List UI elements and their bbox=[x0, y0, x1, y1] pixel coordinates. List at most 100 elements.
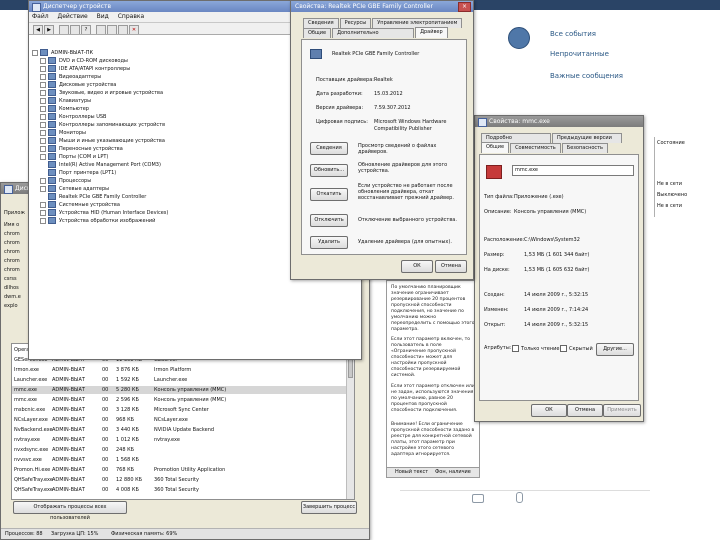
readonly-checkbox[interactable]: Только чтение bbox=[512, 345, 559, 353]
expander-icon[interactable] bbox=[40, 217, 46, 224]
tree-category[interactable]: Клавиатуры bbox=[40, 97, 91, 105]
tree-device[interactable]: Realtek PCIe GBE Family Controller bbox=[48, 193, 146, 201]
process-row[interactable]: Promon.Hi.exe ADMIN-ВЫАТ 00 768 КБ Promotion… bbox=[12, 466, 354, 474]
expander-icon[interactable] bbox=[40, 145, 46, 152]
process-row[interactable]: mmc.exe ADMIN-ВЫАТ 00 5 280 КБ Консоль управ… bbox=[12, 386, 354, 394]
tab-previous-versions[interactable]: Предыдущие версии bbox=[552, 133, 622, 143]
expander-icon[interactable] bbox=[40, 57, 46, 64]
expander-icon[interactable] bbox=[40, 113, 46, 120]
expander-icon[interactable] bbox=[40, 153, 46, 160]
menu-view[interactable]: Вид bbox=[97, 13, 109, 20]
ok-button[interactable]: ОК bbox=[401, 260, 433, 273]
tab-driver[interactable]: Драйвер bbox=[415, 27, 448, 38]
expander-icon[interactable] bbox=[40, 185, 46, 192]
tab-advanced[interactable]: Дополнительно bbox=[332, 28, 415, 38]
expander-icon[interactable] bbox=[32, 49, 38, 56]
expander-icon[interactable] bbox=[40, 121, 46, 128]
help-tab[interactable]: Новый текст bbox=[395, 468, 428, 477]
process-row[interactable]: Launcher.exe ADMIN-ВЫАТ 00 1 592 КБ Launcher… bbox=[12, 376, 354, 384]
process-scrollbar[interactable] bbox=[346, 344, 354, 499]
process-row[interactable]: Irmon.exe ADMIN-ВЫАТ 00 3 876 КБ Irmon Platf… bbox=[12, 366, 354, 374]
process-list[interactable]: Operafox.exeADMIN-ВЫАТ0060 400 КБMail.ru… bbox=[11, 343, 355, 500]
process-row[interactable]: nvvsvc.exe ADMIN-ВЫАТ 00 1 568 КБ bbox=[12, 456, 354, 464]
menu-file[interactable]: Файл bbox=[32, 13, 49, 20]
tree-device[interactable]: Intel(R) Active Management Port (COM3) bbox=[48, 161, 161, 169]
tab-resources[interactable]: Ресурсы bbox=[339, 18, 372, 28]
tree-category[interactable]: Мониторы bbox=[40, 129, 86, 137]
tree-category[interactable]: Системные устройства bbox=[40, 201, 120, 209]
tree-category[interactable]: Контроллеры USB bbox=[40, 113, 106, 121]
microphone-icon[interactable] bbox=[516, 492, 523, 503]
help-tab[interactable]: Фон, наличие bbox=[435, 468, 471, 477]
cancel-button[interactable]: Отмена bbox=[567, 404, 603, 417]
tree-device[interactable]: Порт принтера (LPT1) bbox=[48, 169, 116, 177]
process-row[interactable]: nvtray.exe ADMIN-ВЫАТ 00 1 012 КБ nvtray.exe bbox=[12, 436, 354, 444]
tree-category[interactable]: Сетевые адаптеры bbox=[40, 185, 109, 193]
tree-category[interactable]: Устройства обработки изображений bbox=[40, 217, 155, 225]
driver-details-button[interactable]: Сведения bbox=[310, 142, 348, 155]
expander-icon[interactable] bbox=[40, 97, 46, 104]
expander-icon[interactable] bbox=[40, 129, 46, 136]
tree-category[interactable]: Порты (COM и LPT) bbox=[40, 153, 108, 161]
tree-category[interactable]: Компьютер bbox=[40, 105, 89, 113]
uninstall-driver-button[interactable]: Удалить bbox=[310, 236, 348, 249]
tree-root[interactable]: ADMIN-ВЫАТ-ПК bbox=[32, 49, 93, 57]
rollback-driver-button[interactable]: Откатить bbox=[310, 188, 348, 201]
tab-security[interactable]: Безопасность bbox=[561, 143, 609, 153]
sidebar-link-all[interactable]: Все события bbox=[550, 30, 596, 38]
hidden-checkbox[interactable]: Скрытый bbox=[560, 345, 593, 353]
tree-category[interactable]: IDE ATA/ATAPI контроллеры bbox=[40, 65, 130, 73]
process-row[interactable]: NCsLayer.exe ADMIN-ВЫАТ 00 968 КБ NCsLayer.e… bbox=[12, 416, 354, 424]
process-row[interactable]: nvxdsync.exe ADMIN-ВЫАТ 00 248 КБ bbox=[12, 446, 354, 454]
checkbox-box[interactable] bbox=[560, 345, 567, 352]
tab-details[interactable]: Сведения bbox=[303, 18, 339, 28]
disable-device-button[interactable]: Отключить bbox=[310, 214, 348, 227]
expander-icon[interactable] bbox=[40, 73, 46, 80]
close-icon[interactable]: × bbox=[458, 2, 471, 12]
expander-icon[interactable] bbox=[40, 65, 46, 72]
process-row[interactable]: NvBackend.exe ADMIN-ВЫАТ 00 3 440 КБ NVIDIA … bbox=[12, 426, 354, 434]
tab-general[interactable]: Общие bbox=[481, 142, 510, 153]
filename-field[interactable]: mmc.exe bbox=[512, 165, 634, 176]
process-row[interactable]: QHSafeTray.exe ADMIN-ВЫАТ 00 12 880 КБ 360 T… bbox=[12, 476, 354, 484]
sidebar-link-important[interactable]: Важные сообщения bbox=[550, 72, 623, 80]
expander-icon[interactable] bbox=[40, 209, 46, 216]
apply-button[interactable]: Применить bbox=[603, 404, 641, 417]
expander-icon[interactable] bbox=[40, 89, 46, 96]
expander-icon[interactable] bbox=[40, 105, 46, 112]
tree-category[interactable]: Переносные устройства bbox=[40, 145, 123, 153]
avatar[interactable] bbox=[508, 27, 530, 49]
tree-label: DVD и CD-ROM дисководы bbox=[59, 58, 128, 64]
action-description: Просмотр сведений о файлах драйверов. bbox=[358, 143, 437, 155]
process-row[interactable]: mmc.exe ADMIN-ВЫАТ 00 2 596 КБ Консоль управ… bbox=[12, 396, 354, 404]
other-attributes-button[interactable]: Другие... bbox=[596, 343, 634, 356]
field-value: 14 июля 2009 г., 5:32:15 bbox=[524, 292, 589, 298]
checkbox-box[interactable] bbox=[512, 345, 519, 352]
cancel-button[interactable]: Отмена bbox=[435, 260, 467, 273]
process-row[interactable]: msbcnic.exe ADMIN-ВЫАТ 00 3 128 КБ Microsoft… bbox=[12, 406, 354, 414]
expander-icon[interactable] bbox=[40, 137, 46, 144]
tree-category[interactable]: DVD и CD-ROM дисководы bbox=[40, 57, 128, 65]
tree-category[interactable]: Звуковые, видео и игровые устройства bbox=[40, 89, 163, 97]
tree-category[interactable]: Процессоры bbox=[40, 177, 91, 185]
message-input-bar[interactable] bbox=[400, 490, 650, 513]
tree-category[interactable]: Мыши и иные указывающие устройства bbox=[40, 137, 165, 145]
expander-icon[interactable] bbox=[40, 177, 46, 184]
tree-category[interactable]: Контроллеры запоминающих устройств bbox=[40, 121, 165, 129]
update-driver-button[interactable]: Обновить... bbox=[310, 164, 348, 177]
tab-general[interactable]: Общие bbox=[303, 28, 332, 38]
ok-button[interactable]: ОК bbox=[531, 404, 567, 417]
camera-icon[interactable] bbox=[472, 494, 484, 503]
end-process-button[interactable]: Завершить процесс bbox=[301, 501, 357, 514]
tab-compatibility[interactable]: Совместимость bbox=[510, 143, 561, 153]
expander-icon[interactable] bbox=[40, 201, 46, 208]
menu-action[interactable]: Действие bbox=[58, 13, 88, 20]
tree-category[interactable]: Устройства HID (Human Interface Devices) bbox=[40, 209, 168, 217]
menu-help[interactable]: Справка bbox=[118, 13, 144, 20]
show-all-processes-button[interactable]: Отображать процессы всех пользователей bbox=[13, 501, 127, 521]
expander-icon[interactable] bbox=[40, 81, 46, 88]
tree-category[interactable]: Дисковые устройства bbox=[40, 81, 116, 89]
tree-category[interactable]: Видеоадаптеры bbox=[40, 73, 101, 81]
process-row[interactable]: QHSafeTray.exe ADMIN-ВЫАТ 00 4 008 КБ 360 To… bbox=[12, 486, 354, 494]
sidebar-link-unread[interactable]: Непрочитанные bbox=[550, 50, 609, 58]
